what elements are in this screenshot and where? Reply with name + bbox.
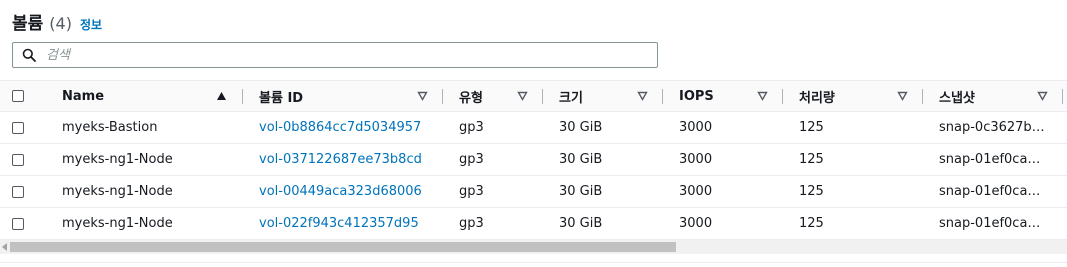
cell-volume-id: vol-022f943c412357d95 <box>259 208 419 239</box>
volume-id-link[interactable]: vol-022f943c412357d95 <box>259 216 419 231</box>
volume-id-link[interactable]: vol-0b8864cc7d5034957 <box>259 120 421 135</box>
row-select-cell <box>12 208 24 239</box>
table-row[interactable]: myeks-ng1-Node vol-022f943c412357d95 gp3… <box>0 208 1067 240</box>
cell-size: 30 GiB <box>559 152 603 167</box>
cell-volume-id: vol-00449aca323d68006 <box>259 176 422 207</box>
info-link[interactable]: 정보 <box>80 16 102 33</box>
search-box[interactable] <box>12 42 658 68</box>
cell-name: myeks-Bastion <box>62 120 158 135</box>
scrollbar-thumb[interactable] <box>10 242 676 252</box>
cell-throughput: 125 <box>799 152 824 167</box>
sort-descending-icon[interactable] <box>517 91 528 101</box>
cell-snapshot: snap-01ef0ca… <box>939 152 1041 167</box>
row-checkbox[interactable] <box>12 185 24 198</box>
cell-type: gp3 <box>459 216 484 231</box>
table-row[interactable]: myeks-ng1-Node vol-037122687ee73b8cd gp3… <box>0 144 1067 176</box>
scroll-left-icon[interactable] <box>2 243 7 251</box>
table-row[interactable]: myeks-ng1-Node vol-00449aca323d68006 gp3… <box>0 176 1067 208</box>
sort-descending-icon[interactable] <box>1037 91 1048 101</box>
cell-size: 30 GiB <box>559 216 603 231</box>
row-select-cell <box>12 176 24 207</box>
sort-descending-icon[interactable] <box>757 91 768 101</box>
column-divider[interactable] <box>1062 89 1063 104</box>
column-divider[interactable] <box>662 89 663 104</box>
column-divider[interactable] <box>242 89 243 104</box>
table-row[interactable]: myeks-Bastion vol-0b8864cc7d5034957 gp3 … <box>0 112 1067 144</box>
page-header: 볼륨 (4) 정보 <box>12 9 102 34</box>
column-header-name[interactable]: Name <box>62 81 104 111</box>
horizontal-scrollbar[interactable] <box>0 240 1067 254</box>
table-header-row: Name 볼륨 ID 유형 크기 IOPS 처리량 스냅샷 <box>0 80 1067 112</box>
cell-name: myeks-ng1-Node <box>62 184 173 199</box>
cell-type: gp3 <box>459 152 484 167</box>
select-all-cell <box>12 81 24 111</box>
cell-name: myeks-ng1-Node <box>62 152 173 167</box>
cell-snapshot: snap-01ef0ca… <box>939 184 1041 199</box>
column-header-volume-id[interactable]: 볼륨 ID <box>259 81 303 111</box>
sort-descending-icon[interactable] <box>417 91 428 101</box>
cell-iops: 3000 <box>679 120 713 135</box>
column-divider[interactable] <box>442 89 443 104</box>
volume-count: (4) <box>49 14 72 33</box>
column-header-throughput[interactable]: 처리량 <box>799 81 835 111</box>
column-header-type[interactable]: 유형 <box>459 81 483 111</box>
divider <box>0 262 1067 263</box>
row-select-cell <box>12 112 24 143</box>
cell-type: gp3 <box>459 184 484 199</box>
row-checkbox[interactable] <box>12 153 24 166</box>
cell-throughput: 125 <box>799 184 824 199</box>
column-header-iops[interactable]: IOPS <box>679 81 714 111</box>
volume-id-link[interactable]: vol-00449aca323d68006 <box>259 184 422 199</box>
row-checkbox[interactable] <box>12 121 24 134</box>
volume-id-link[interactable]: vol-037122687ee73b8cd <box>259 152 422 167</box>
cell-name: myeks-ng1-Node <box>62 216 173 231</box>
column-divider[interactable] <box>922 89 923 104</box>
cell-size: 30 GiB <box>559 184 603 199</box>
cell-type: gp3 <box>459 120 484 135</box>
search-icon <box>22 48 36 62</box>
search-input[interactable] <box>44 46 628 64</box>
cell-snapshot: snap-01ef0ca… <box>939 216 1041 231</box>
cell-throughput: 125 <box>799 120 824 135</box>
sort-descending-icon[interactable] <box>897 91 908 101</box>
column-header-size[interactable]: 크기 <box>559 81 583 111</box>
cell-volume-id: vol-0b8864cc7d5034957 <box>259 112 421 143</box>
cell-iops: 3000 <box>679 152 713 167</box>
cell-volume-id: vol-037122687ee73b8cd <box>259 144 422 175</box>
cell-size: 30 GiB <box>559 120 603 135</box>
column-divider[interactable] <box>542 89 543 104</box>
row-checkbox[interactable] <box>12 217 24 230</box>
select-all-checkbox[interactable] <box>12 90 24 102</box>
cell-throughput: 125 <box>799 216 824 231</box>
row-select-cell <box>12 144 24 175</box>
sort-ascending-icon[interactable] <box>216 91 227 101</box>
page-title: 볼륨 <box>12 14 44 34</box>
column-header-snapshot[interactable]: 스냅샷 <box>939 81 975 111</box>
cell-snapshot: snap-0c3627b… <box>939 120 1045 135</box>
cell-iops: 3000 <box>679 184 713 199</box>
cell-iops: 3000 <box>679 216 713 231</box>
column-divider[interactable] <box>782 89 783 104</box>
sort-descending-icon[interactable] <box>637 91 648 101</box>
